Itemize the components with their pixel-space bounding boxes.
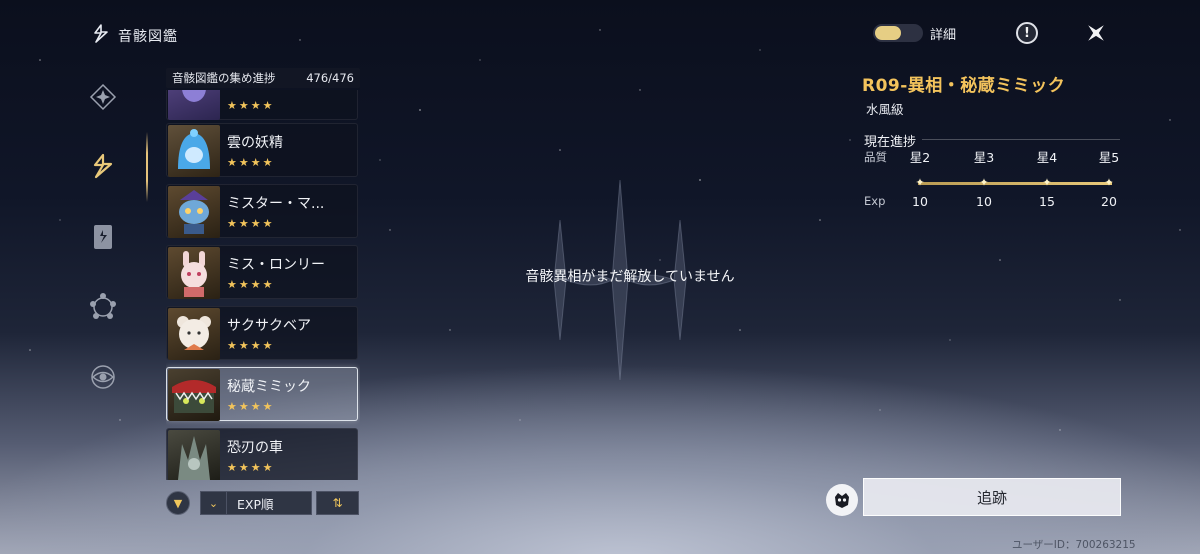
echo-portrait xyxy=(168,247,220,299)
echo-portrait xyxy=(168,90,220,120)
nav-pentagon[interactable] xyxy=(88,292,118,322)
list-item[interactable]: ミス・ロンリー ★★★★ xyxy=(166,245,358,299)
list-item[interactable]: ★★★★ xyxy=(166,90,358,120)
level-label: 星3 xyxy=(973,150,995,165)
close-button[interactable] xyxy=(1083,20,1109,46)
rarity-stars: ★★★★ xyxy=(227,156,275,169)
exp-label: Exp xyxy=(864,194,886,208)
level-label: 星4 xyxy=(1036,150,1058,165)
page-title: 音骸図鑑 xyxy=(118,29,178,45)
locked-message: 音骸異相がまだ解放していません xyxy=(525,269,735,285)
filter-icon: ▼ xyxy=(173,496,183,510)
chevron-down-icon: ⌄ xyxy=(201,492,227,514)
quality-label: 品質 xyxy=(864,150,887,164)
track-target-icon[interactable] xyxy=(826,484,858,516)
list-item[interactable]: サクサクベア ★★★★ xyxy=(166,306,358,360)
rarity-stars: ★★★★ xyxy=(227,461,275,474)
echo-name: 雲の妖精 xyxy=(227,135,283,151)
pentagon-nodes-icon xyxy=(90,293,116,319)
eye-ring-icon xyxy=(91,365,115,389)
track-button[interactable]: 追跡 xyxy=(863,478,1121,516)
info-button[interactable]: ! xyxy=(1016,22,1038,44)
collection-progress: 音骸図鑑の集め進捗 476/476 xyxy=(166,68,360,88)
echo-catalog-icon xyxy=(92,24,110,48)
echo-name: サクサクベア xyxy=(227,318,311,334)
echo-bookmark-icon xyxy=(93,153,113,179)
nav-selection-indicator xyxy=(146,132,148,202)
rarity-stars: ★★★★ xyxy=(227,400,275,413)
sort-order-button[interactable]: ⇅ xyxy=(316,491,359,515)
nav-echo-core[interactable] xyxy=(88,82,118,112)
sort-dropdown[interactable]: ⌄ EXP順 xyxy=(200,491,312,515)
echo-name: ミス・ロンリー xyxy=(227,257,325,273)
exclamation-icon: ! xyxy=(1024,25,1030,41)
echo-name: ミスター・マ... xyxy=(227,196,325,212)
level-node: ✦ xyxy=(1042,176,1052,189)
list-item[interactable]: 雲の妖精 ★★★★ xyxy=(166,123,358,177)
list-item-selected[interactable]: 秘蔵ミミック ★★★★ xyxy=(166,367,358,421)
detail-toggle-label: 詳細 xyxy=(930,28,957,43)
sort-order-icon: ⇅ xyxy=(332,496,343,510)
echo-portrait xyxy=(168,186,220,238)
level-node: ✦ xyxy=(979,176,989,189)
echo-portrait xyxy=(168,430,220,480)
sort-label: EXP順 xyxy=(237,496,274,512)
diamond-star-icon xyxy=(89,83,117,111)
nav-card[interactable] xyxy=(88,222,118,252)
echo-portrait xyxy=(168,125,220,177)
collection-count: 476/476 xyxy=(306,71,354,85)
nav-eye[interactable] xyxy=(88,362,118,392)
exp-value: 10 xyxy=(912,194,928,209)
close-icon xyxy=(1088,25,1104,41)
echo-name: 秘蔵ミミック xyxy=(227,379,311,395)
rarity-stars: ★★★★ xyxy=(227,99,275,112)
card-icon xyxy=(94,225,112,249)
echo-portrait xyxy=(168,369,220,421)
level-label: 星2 xyxy=(909,150,931,165)
collection-label: 音骸図鑑の集め進捗 xyxy=(172,71,276,85)
filter-button[interactable]: ▼ xyxy=(166,491,190,515)
exp-value: 10 xyxy=(976,194,992,209)
track-label: 追跡 xyxy=(976,488,1007,507)
detail-toggle[interactable] xyxy=(873,24,923,42)
page-header: 音骸図鑑 xyxy=(92,24,178,48)
echo-list[interactable]: ★★★★ 雲の妖精 ★★★★ ミスター・マ... ★★★★ ミス・ロンリー ★★… xyxy=(166,90,360,480)
echo-class: 水風級 xyxy=(866,102,904,117)
progress-divider xyxy=(922,139,1120,140)
user-id: ユーザーID：700263215 xyxy=(1012,539,1136,551)
list-item[interactable]: 恐刃の車 ★★★★ xyxy=(166,428,358,480)
rarity-stars: ★★★★ xyxy=(227,217,275,230)
nav-echo-catalog[interactable] xyxy=(88,152,118,182)
echo-portrait xyxy=(168,308,220,360)
level-node: ✦ xyxy=(1104,176,1114,189)
exp-value: 20 xyxy=(1101,194,1117,209)
list-item[interactable]: ミスター・マ... ★★★★ xyxy=(166,184,358,238)
echo-title: R09-異相・秘蔵ミミック xyxy=(862,76,1066,96)
level-label: 星5 xyxy=(1098,150,1120,165)
level-node: ✦ xyxy=(915,176,925,189)
rarity-stars: ★★★★ xyxy=(227,278,275,291)
echo-name: 恐刃の車 xyxy=(227,440,283,456)
rarity-stars: ★★★★ xyxy=(227,339,275,352)
exp-value: 15 xyxy=(1039,194,1055,209)
level-track: ✦ ✦ ✦ ✦ xyxy=(915,177,1113,189)
